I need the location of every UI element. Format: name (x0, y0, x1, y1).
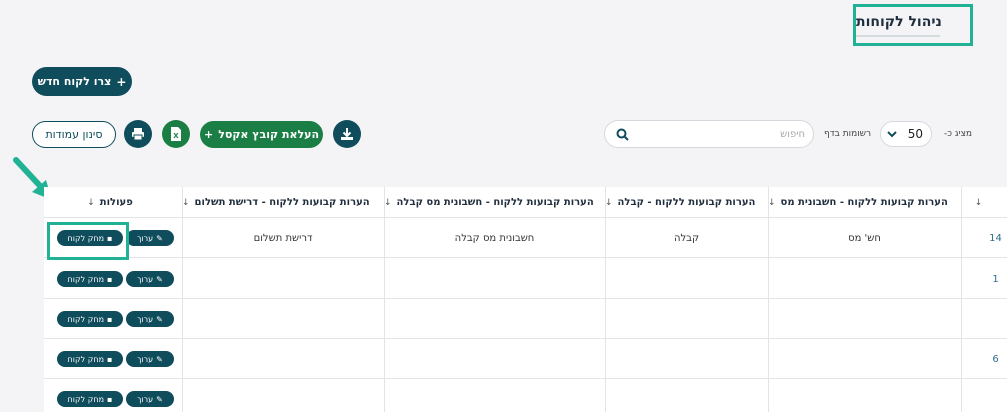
table-row: 1 ✎ ערוך ▪ מחק לקוח (44, 259, 1007, 299)
table-row: ✎ ערוך ▪ מחק לקוח (44, 299, 1007, 339)
filter-columns-label: סינון עמודות (45, 128, 103, 141)
delete-customer-button[interactable]: ▪ מחק לקוח (57, 271, 123, 287)
column-header-actions[interactable]: פעולות ↓ (44, 187, 182, 218)
column-header-tax-invoice-receipt[interactable]: הערות קבועות ללקוח - חשבונית מס קבלה ↓ (384, 187, 605, 218)
upload-excel-button[interactable]: העלאת קובץ אקסל + (200, 121, 323, 148)
trash-icon: ▪ (107, 354, 113, 364)
per-page-prefix-label: מציג כ- (944, 129, 973, 139)
user-edit-icon: ✎ (156, 274, 163, 284)
delete-customer-button[interactable]: ▪ מחק לקוח (57, 351, 123, 367)
row-id-cell[interactable]: 1 (984, 259, 1007, 299)
table-cell: חש' מס (848, 232, 881, 244)
upload-excel-label: העלאת קובץ אקסל (218, 128, 320, 141)
print-icon (132, 128, 144, 141)
search-input[interactable] (635, 125, 805, 143)
sort-arrow-icon: ↓ (182, 197, 190, 208)
edit-button[interactable]: ✎ ערוך (126, 271, 174, 287)
column-header-payment-request[interactable]: הערות קבועות ללקוח - דרישת תשלום ↓ (182, 187, 384, 218)
table-cell (768, 339, 961, 379)
table-cell: דרישת תשלום (253, 232, 313, 244)
column-header-receipt[interactable]: הערות קבועות ללקוח - קבלה ↓ (605, 187, 768, 218)
search-icon (616, 128, 629, 141)
table-cell (182, 259, 384, 299)
trash-icon: ▪ (107, 274, 113, 284)
table-header: ↓ הערות קבועות ללקוח - חשבונית מס ↓ הערות… (44, 187, 1007, 218)
title-underline (856, 34, 940, 37)
row-id-cell[interactable] (984, 379, 1007, 412)
search-box[interactable] (604, 120, 814, 148)
table-cell: קבלה (673, 232, 700, 244)
excel-export-button[interactable]: X (162, 120, 190, 148)
page-title-box: ניהול לקוחות (853, 4, 973, 46)
table-cell (605, 259, 768, 299)
edit-button[interactable]: ✎ ערוך (126, 311, 174, 327)
edit-button[interactable]: ✎ ערוך (126, 391, 174, 407)
print-button[interactable] (124, 120, 152, 148)
row-id-cell[interactable]: 6 (984, 339, 1007, 379)
create-customer-label: צרו לקוח חדש (37, 75, 112, 88)
svg-text:X: X (173, 132, 179, 140)
download-button[interactable] (333, 120, 361, 148)
user-edit-icon: ✎ (156, 354, 163, 364)
table-cell (384, 259, 605, 299)
table-row: 6 ✎ ערוך ▪ מחק לקוח (44, 339, 1007, 379)
excel-file-icon: X (171, 127, 181, 141)
user-edit-icon: ✎ (156, 314, 163, 324)
download-icon (341, 128, 353, 140)
table-cell: חשבונית מס קבלה (454, 232, 535, 244)
filter-columns-button[interactable]: סינון עמודות (32, 121, 116, 148)
table-cell (384, 299, 605, 339)
trash-icon: ▪ (107, 394, 113, 404)
table-row: 14 חש' מס קבלה חשבונית מס קבלה דרישת תשל… (44, 218, 1007, 258)
table-cell (384, 339, 605, 379)
sort-arrow-icon: ↓ (87, 197, 95, 208)
customers-table: ↓ הערות קבועות ללקוח - חשבונית מס ↓ הערות… (44, 187, 1007, 412)
sort-arrow-icon: ↓ (768, 197, 776, 208)
delete-customer-button[interactable]: ▪ מחק לקוח (57, 311, 123, 327)
table-cell (384, 379, 605, 412)
chevron-down-icon (887, 131, 897, 138)
highlight-box (47, 222, 129, 260)
per-page-suffix-label: רשומות בדף (824, 129, 872, 139)
delete-customer-button[interactable]: ▪ מחק לקוח (57, 391, 123, 407)
table-cell (605, 379, 768, 412)
per-page-value: 50 (907, 127, 923, 141)
row-id-cell[interactable]: 14 (984, 218, 1007, 258)
per-page-select[interactable]: 50 (880, 121, 932, 147)
sort-arrow-icon: ↓ (974, 197, 983, 208)
user-edit-icon: ✎ (156, 394, 163, 404)
table-cell (182, 299, 384, 339)
table-cell (182, 379, 384, 412)
edit-button[interactable]: ✎ ערוך (126, 351, 174, 367)
table-cell (768, 259, 961, 299)
user-edit-icon: ✎ (156, 233, 163, 243)
table-cell (182, 339, 384, 379)
trash-icon: ▪ (107, 314, 113, 324)
table-cell (605, 339, 768, 379)
sort-column-header[interactable]: ↓ (961, 187, 1007, 218)
table-row: ✎ ערוך ▪ מחק לקוח (44, 379, 1007, 412)
sort-arrow-icon: ↓ (605, 197, 613, 208)
sort-arrow-icon: ↓ (384, 197, 392, 208)
plus-icon: + (203, 128, 214, 141)
plus-icon: + (116, 74, 127, 89)
edit-button[interactable]: ✎ ערוך (126, 230, 174, 246)
create-customer-button[interactable]: + צרו לקוח חדש (32, 67, 132, 96)
row-id-cell[interactable] (984, 299, 1007, 339)
table-cell (768, 299, 961, 339)
table-cell (768, 379, 961, 412)
table-cell (605, 299, 768, 339)
column-header-tax-invoice[interactable]: הערות קבועות ללקוח - חשבונית מס ↓ (768, 187, 961, 218)
page-title: ניהול לקוחות (856, 13, 942, 30)
